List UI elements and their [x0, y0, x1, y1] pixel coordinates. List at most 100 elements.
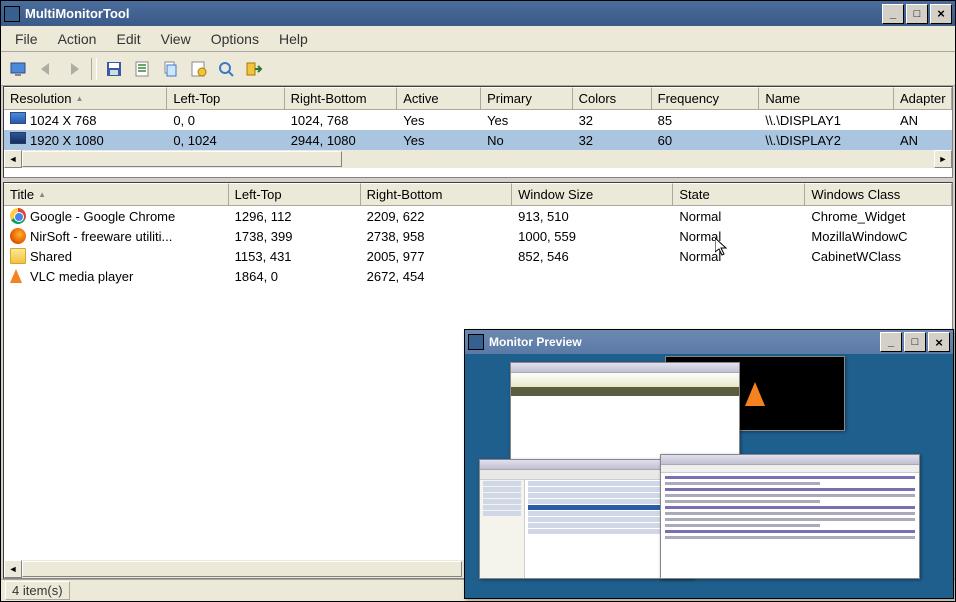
table-cell: AN — [894, 130, 952, 150]
preview-thumb-firefox — [660, 454, 920, 579]
vlc-cone-icon — [745, 382, 765, 406]
maximize-button[interactable]: □ — [906, 4, 928, 24]
table-cell: VLC media player — [4, 266, 229, 286]
find-icon[interactable] — [213, 56, 239, 82]
folder-icon — [10, 248, 26, 264]
column-header[interactable]: Active — [397, 87, 481, 110]
scroll-right-button[interactable]: ► — [934, 150, 952, 168]
column-header[interactable]: Adapter — [894, 87, 952, 110]
preview-content — [465, 354, 953, 598]
table-cell: Yes — [397, 110, 481, 130]
menu-view[interactable]: View — [151, 28, 201, 50]
table-cell: 1024, 768 — [285, 110, 398, 130]
monitor-icon[interactable] — [5, 56, 31, 82]
monitor-icon — [10, 112, 26, 128]
menu-action[interactable]: Action — [48, 28, 107, 50]
save-icon[interactable] — [101, 56, 127, 82]
horizontal-scrollbar[interactable]: ◄ ► — [4, 150, 952, 168]
close-button[interactable]: × — [930, 4, 952, 24]
table-cell: Yes — [481, 110, 573, 130]
scroll-thumb[interactable] — [22, 561, 462, 577]
window-controls: _ □ × — [882, 4, 952, 24]
table-cell: 32 — [573, 130, 652, 150]
app-icon — [4, 6, 20, 22]
menu-options[interactable]: Options — [201, 28, 269, 50]
column-header[interactable]: Title▲ — [4, 183, 229, 206]
table-cell: 1153, 431 — [229, 246, 361, 266]
cursor-icon — [715, 238, 731, 263]
table-cell: Normal — [673, 226, 805, 246]
table-cell: 1738, 399 — [229, 226, 361, 246]
table-cell: 0, 1024 — [167, 130, 284, 150]
titlebar[interactable]: MultiMonitorTool _ □ × — [1, 1, 955, 26]
table-cell: Normal — [673, 206, 805, 226]
menu-file[interactable]: File — [5, 28, 48, 50]
close-button[interactable]: × — [928, 332, 950, 352]
table-cell: 85 — [652, 110, 760, 130]
table-row[interactable]: Shared1153, 4312005, 977852, 546NormalCa… — [4, 246, 952, 266]
table-cell: Yes — [397, 130, 481, 150]
main-window: MultiMonitorTool _ □ × FileActionEditVie… — [0, 0, 956, 602]
table-cell: Chrome_Widget — [805, 206, 952, 226]
preview-titlebar[interactable]: Monitor Preview _ □ × — [465, 330, 953, 354]
refresh-icon[interactable] — [129, 56, 155, 82]
table-cell: 2672, 454 — [361, 266, 513, 286]
table-cell — [805, 266, 952, 286]
table-cell: No — [481, 130, 573, 150]
monitors-listview[interactable]: Resolution▲Left-TopRight-BottomActivePri… — [3, 86, 953, 178]
scroll-thumb[interactable] — [22, 151, 342, 167]
column-header[interactable]: Name — [759, 87, 894, 110]
minimize-button[interactable]: _ — [880, 332, 902, 352]
firefox-icon — [10, 228, 26, 244]
column-header[interactable]: Window Size — [512, 183, 673, 206]
column-header[interactable]: Colors — [573, 87, 652, 110]
app-icon — [468, 334, 484, 350]
maximize-button[interactable]: □ — [904, 332, 926, 352]
table-cell: 913, 510 — [512, 206, 673, 226]
table-cell: 0, 0 — [167, 110, 284, 130]
chrome-icon — [10, 208, 26, 224]
app-title: MultiMonitorTool — [25, 6, 882, 21]
column-header[interactable]: Primary — [481, 87, 573, 110]
column-header[interactable]: Right-Bottom — [361, 183, 513, 206]
table-row[interactable]: VLC media player1864, 02672, 454 — [4, 266, 952, 286]
column-header[interactable]: Resolution▲ — [4, 87, 167, 110]
exit-icon[interactable] — [241, 56, 267, 82]
table-cell: 2209, 622 — [361, 206, 513, 226]
menubar: FileActionEditViewOptionsHelp — [1, 26, 955, 52]
window-controls: _ □ × — [880, 332, 950, 352]
forward-arrow-icon — [61, 56, 87, 82]
table-cell: \\.\DISPLAY2 — [759, 130, 894, 150]
column-header[interactable]: State — [673, 183, 805, 206]
scroll-left-button[interactable]: ◄ — [4, 150, 22, 168]
table-cell: 1000, 559 — [512, 226, 673, 246]
column-header[interactable]: Left-Top — [167, 87, 284, 110]
preview-title: Monitor Preview — [489, 335, 880, 349]
table-cell: \\.\DISPLAY1 — [759, 110, 894, 130]
properties-icon[interactable] — [185, 56, 211, 82]
menu-help[interactable]: Help — [269, 28, 318, 50]
table-row[interactable]: 1024 X 7680, 01024, 768YesYes3285\\.\DIS… — [4, 110, 952, 130]
table-cell: Google - Google Chrome — [4, 206, 229, 226]
table-cell: 1864, 0 — [229, 266, 361, 286]
table-cell: NirSoft - freeware utiliti... — [4, 226, 229, 246]
column-header[interactable]: Windows Class — [805, 183, 952, 206]
table-cell — [512, 266, 673, 286]
monitor-preview-window[interactable]: Monitor Preview _ □ × — [464, 329, 954, 599]
table-row[interactable]: Google - Google Chrome1296, 1122209, 622… — [4, 206, 952, 226]
minimize-button[interactable]: _ — [882, 4, 904, 24]
column-header[interactable]: Right-Bottom — [285, 87, 398, 110]
menu-edit[interactable]: Edit — [106, 28, 150, 50]
column-header[interactable]: Frequency — [652, 87, 760, 110]
scroll-left-button[interactable]: ◄ — [4, 560, 22, 578]
table-cell: 60 — [652, 130, 760, 150]
table-cell: 2738, 958 — [361, 226, 513, 246]
table-cell: CabinetWClass — [805, 246, 952, 266]
table-row[interactable]: NirSoft - freeware utiliti...1738, 39927… — [4, 226, 952, 246]
table-cell: 1920 X 1080 — [4, 130, 167, 150]
column-header[interactable]: Left-Top — [229, 183, 361, 206]
table-cell: 32 — [573, 110, 652, 130]
scroll-track[interactable] — [22, 150, 934, 168]
copy-icon[interactable] — [157, 56, 183, 82]
table-row[interactable]: 1920 X 10800, 10242944, 1080YesNo3260\\.… — [4, 130, 952, 150]
